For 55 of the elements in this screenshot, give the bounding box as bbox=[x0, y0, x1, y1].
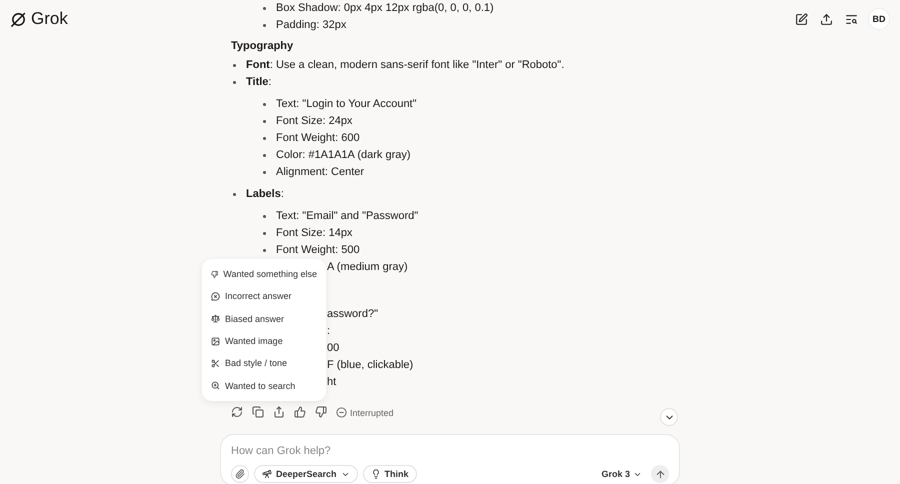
copy-icon[interactable] bbox=[252, 406, 265, 419]
list-text: Box Shadow: 0px 4px 12px rgba(0, 0, 0, 0.1) bbox=[276, 1, 494, 16]
list-text: Padding: 32px bbox=[276, 18, 346, 33]
list-text: Text: "Email" and "Password" bbox=[276, 209, 418, 224]
paperclip-icon bbox=[235, 469, 245, 479]
list-text: Font Weight: 500 bbox=[276, 243, 360, 258]
partial-text: : bbox=[327, 324, 330, 339]
avatar[interactable]: BD bbox=[868, 8, 890, 30]
image-icon bbox=[211, 336, 220, 346]
scale-icon bbox=[211, 314, 220, 324]
attach-button[interactable] bbox=[231, 465, 249, 483]
lightbulb-icon bbox=[370, 469, 381, 479]
section-heading: Typography bbox=[231, 39, 294, 54]
list-text: Color: #1A1A1A (dark gray) bbox=[276, 148, 411, 163]
list-text: Font Weight: 600 bbox=[276, 131, 360, 146]
partial-text: 00 bbox=[327, 341, 340, 356]
menu-item[interactable]: Incorrect answer bbox=[202, 291, 326, 302]
tool-button[interactable]: Think bbox=[362, 465, 417, 483]
new-chat-icon[interactable] bbox=[793, 11, 809, 27]
list-text: Text: "Login to Your Account" bbox=[276, 97, 417, 112]
model-selector[interactable]: Grok 3 bbox=[597, 469, 646, 479]
arrow-up-icon bbox=[654, 468, 666, 480]
share-icon[interactable] bbox=[818, 11, 834, 27]
scissors-icon bbox=[211, 358, 220, 368]
list-text: Font Size: 14px bbox=[276, 226, 352, 241]
thumbs-up-icon[interactable] bbox=[294, 406, 307, 419]
regenerate-icon[interactable] bbox=[231, 406, 244, 419]
thumbs-down-icon bbox=[211, 270, 218, 279]
share-icon[interactable] bbox=[273, 406, 286, 419]
list-text: Alignment: Center bbox=[276, 165, 364, 180]
telescope-icon bbox=[262, 469, 272, 479]
list-text: Labels: bbox=[246, 187, 284, 202]
logo-icon bbox=[10, 10, 27, 28]
menu-item[interactable]: Wanted image bbox=[202, 336, 326, 346]
input-field[interactable]: How can Grok help? DeeperSearch Think Grok 3 bbox=[220, 434, 680, 484]
menu-item[interactable]: Wanted to search bbox=[202, 380, 326, 391]
partial-text: F (blue, clickable) bbox=[327, 358, 414, 373]
tool-button[interactable]: DeeperSearch bbox=[254, 465, 358, 483]
zoom-icon bbox=[211, 381, 220, 390]
partial-text: A (medium gray) bbox=[327, 260, 408, 275]
list-text: Font Size: 24px bbox=[276, 114, 352, 129]
partial-text: ht bbox=[327, 375, 336, 390]
minus-circle-icon bbox=[336, 407, 347, 418]
menu-item[interactable]: Wanted something else bbox=[202, 269, 326, 280]
send-button[interactable] bbox=[651, 465, 669, 483]
list-text: Font: Use a clean, modern sans-serif font like "Inter" or "Roboto". bbox=[246, 58, 564, 73]
thumbs-down-icon[interactable] bbox=[315, 406, 328, 419]
logo-text: Grok bbox=[31, 9, 68, 29]
menu-item[interactable]: Bad style / tone bbox=[202, 358, 326, 368]
partial-text: assword?" bbox=[327, 307, 378, 322]
list-text: Title: bbox=[246, 75, 272, 90]
scroll-down-button[interactable] bbox=[660, 408, 678, 426]
message-x-icon bbox=[211, 292, 220, 301]
status-text: Interrupted bbox=[350, 408, 394, 418]
menu-item[interactable]: Biased answer bbox=[202, 314, 326, 324]
